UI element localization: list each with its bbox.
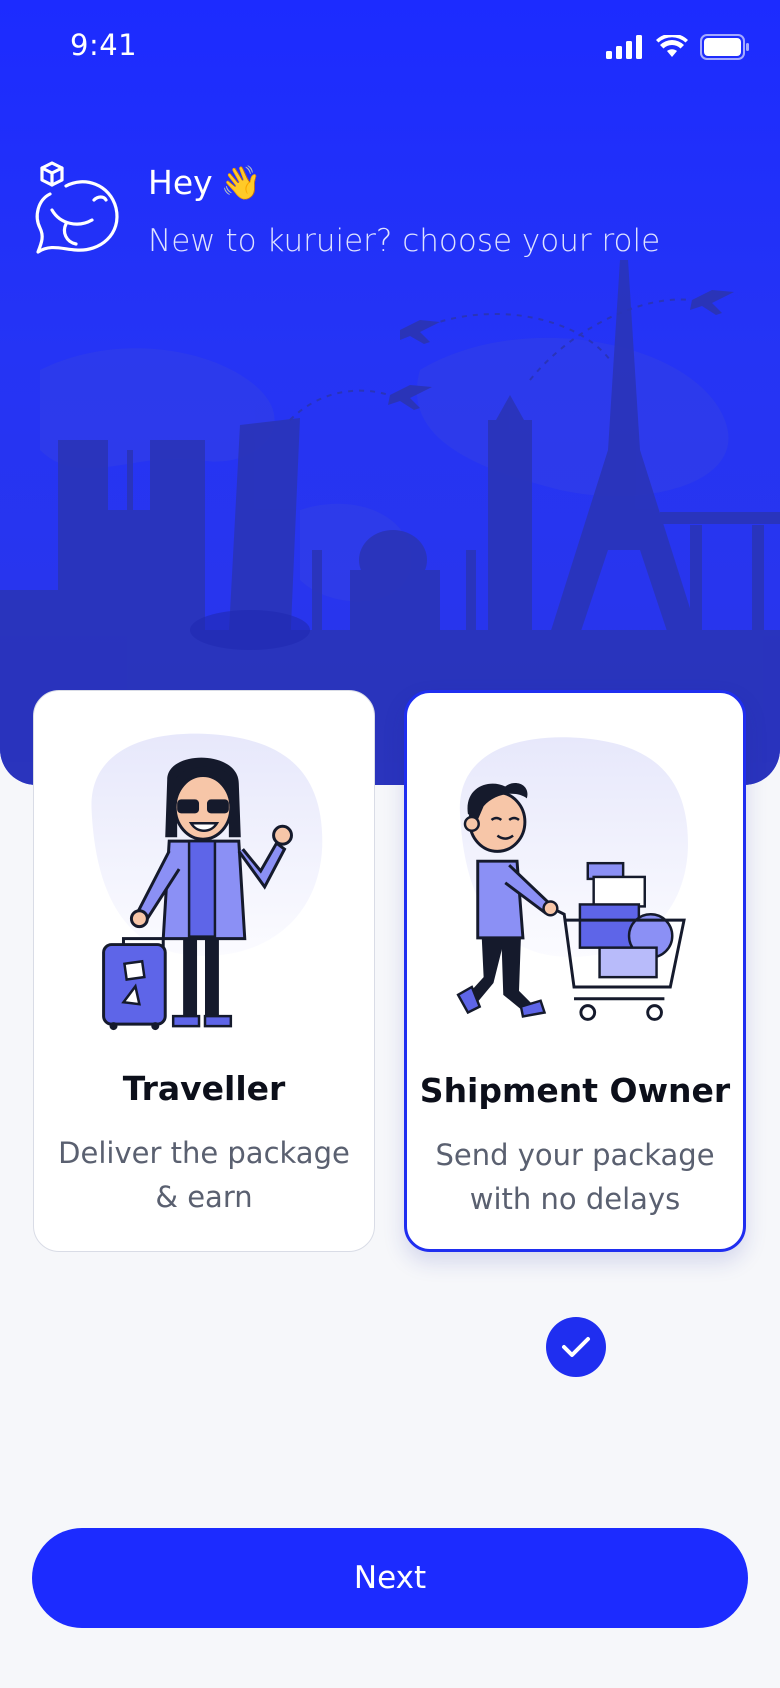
wifi-icon	[656, 35, 688, 57]
role-description: Send your package with no delays	[435, 1138, 715, 1216]
role-prompt-subtitle: New to kuruier? choose your role	[148, 223, 661, 259]
greeting-text: Hey	[148, 163, 213, 202]
status-icons	[606, 34, 750, 60]
status-time: 9:41	[70, 28, 138, 62]
check-icon	[562, 1337, 590, 1357]
role-title: Traveller	[122, 1069, 286, 1108]
hero-banner: 9:41 Hey 👋 New to kuruier? choose your r…	[0, 0, 780, 785]
battery-icon	[700, 34, 749, 60]
next-button[interactable]: Next	[32, 1528, 748, 1628]
shipment-owner-illustration	[456, 737, 688, 1021]
status-bar: 9:41	[0, 0, 780, 95]
role-title: Shipment Owner	[419, 1071, 731, 1110]
role-card-traveller[interactable]: Traveller Deliver the package & earn	[33, 690, 375, 1252]
greeting-heading: Hey 👋	[148, 163, 262, 203]
wave-emoji: 👋	[220, 163, 262, 202]
kuruier-logo-icon	[35, 161, 119, 254]
selected-check-indicator	[546, 1317, 606, 1377]
signal-icon	[606, 35, 642, 59]
traveller-illustration	[91, 733, 323, 1031]
role-description: Deliver the package & earn	[58, 1136, 350, 1214]
role-card-shipment-owner[interactable]: Shipment Owner Send your package with no…	[404, 690, 746, 1252]
